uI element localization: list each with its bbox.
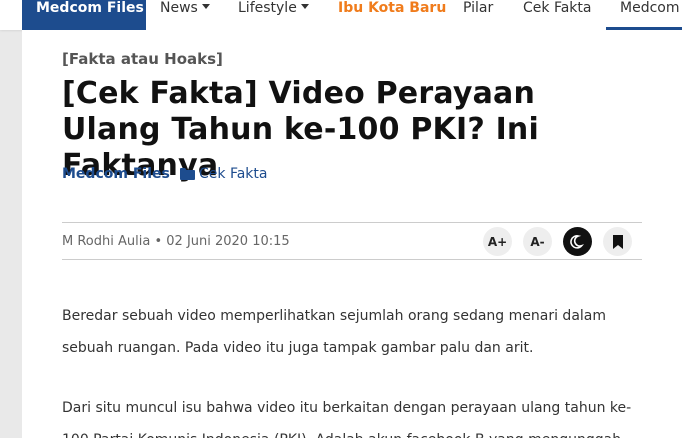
chevron-down-icon bbox=[300, 3, 309, 9]
article-source-link[interactable]: Medcom Files bbox=[62, 166, 170, 182]
nav-item-medcom[interactable]: Medcom bbox=[606, 0, 682, 30]
top-navbar: Medcom Files News Lifestyle Ibu Kota Bar… bbox=[0, 0, 682, 30]
moon-icon bbox=[569, 234, 584, 249]
nav-item-news[interactable]: News bbox=[160, 0, 210, 30]
byline-toolbar: M Rodhi Aulia • 02 Juni 2020 10:15 A+ A- bbox=[62, 222, 642, 260]
folder-icon bbox=[180, 168, 195, 180]
chevron-down-icon bbox=[201, 3, 210, 9]
nav-item-ibu-kota-baru[interactable]: Ibu Kota Baru bbox=[338, 0, 446, 30]
dark-mode-button[interactable] bbox=[563, 227, 592, 256]
nav-item-cek-fakta[interactable]: Cek Fakta bbox=[523, 0, 591, 30]
publish-date: 02 Juni 2020 10:15 bbox=[166, 234, 290, 249]
article-container: [Fakta atau Hoaks] [Cek Fakta] Video Per… bbox=[22, 30, 682, 438]
article-paragraph: Dari situ muncul isu bahwa video itu ber… bbox=[62, 400, 632, 438]
increase-font-label: A+ bbox=[487, 234, 508, 249]
nav-item-label: Ibu Kota Baru bbox=[338, 0, 447, 16]
article-section-label: Cek Fakta bbox=[199, 166, 268, 182]
nav-item-label: Cek Fakta bbox=[523, 0, 592, 16]
nav-item-label: Pilar bbox=[463, 0, 494, 16]
article-category: [Fakta atau Hoaks] bbox=[62, 50, 223, 68]
nav-item-pilar[interactable]: Pilar bbox=[463, 0, 493, 30]
nav-item-label: Medcom bbox=[620, 0, 680, 16]
nav-brand-medcom-files[interactable]: Medcom Files bbox=[22, 0, 146, 30]
bookmark-icon bbox=[612, 234, 623, 249]
decrease-font-button[interactable]: A- bbox=[523, 227, 552, 256]
increase-font-button[interactable]: A+ bbox=[483, 227, 512, 256]
author-name: M Rodhi Aulia bbox=[62, 234, 151, 249]
decrease-font-label: A- bbox=[530, 234, 545, 249]
article-paragraph: Beredar sebuah video memperlihatkan seju… bbox=[62, 308, 607, 356]
byline-separator: • bbox=[154, 234, 163, 249]
article-byline: M Rodhi Aulia • 02 Juni 2020 10:15 bbox=[62, 234, 290, 249]
nav-item-label: Lifestyle bbox=[238, 0, 297, 16]
nav-item-lifestyle[interactable]: Lifestyle bbox=[238, 0, 309, 30]
bookmark-button[interactable] bbox=[603, 227, 632, 256]
article-section-link[interactable]: Cek Fakta bbox=[180, 166, 267, 182]
nav-item-label: News bbox=[160, 0, 198, 16]
